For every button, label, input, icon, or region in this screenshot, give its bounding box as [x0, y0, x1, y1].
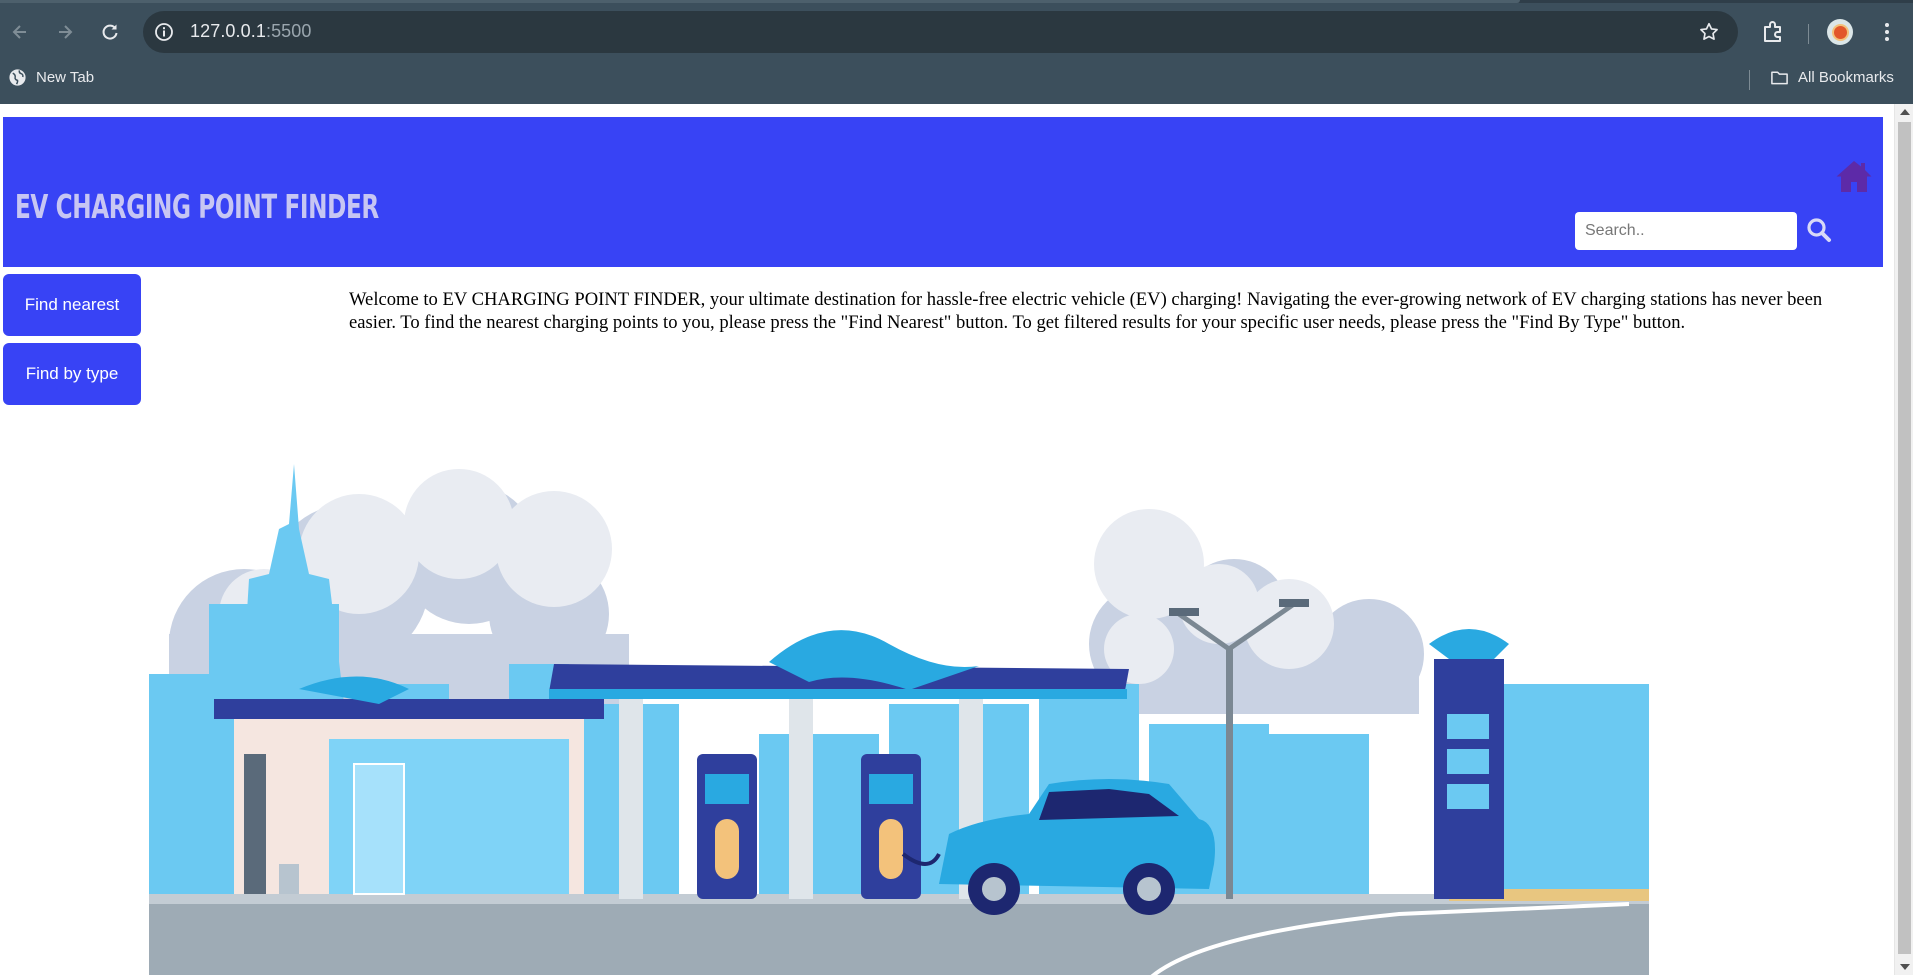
bookmark-label: New Tab [36, 69, 95, 86]
active-tab-edge [0, 0, 1520, 3]
scroll-up-arrow-icon[interactable] [1900, 109, 1910, 115]
extensions-icon[interactable] [1760, 19, 1786, 45]
page-viewport: EV CHARGING POINT FINDER Find nearest Fi… [0, 104, 1913, 975]
price-sign [1429, 629, 1509, 899]
store-building [214, 676, 604, 895]
home-icon[interactable] [1835, 159, 1873, 193]
tab-strip [0, 0, 1913, 3]
search-icon[interactable] [1806, 217, 1832, 243]
browser-menu-icon[interactable] [1875, 20, 1899, 44]
site-title: EV CHARGING POINT FINDER [15, 187, 379, 226]
back-arrow-icon [12, 25, 26, 39]
globe-icon [9, 69, 26, 86]
site-header: EV CHARGING POINT FINDER [3, 117, 1883, 267]
search-input[interactable] [1575, 212, 1797, 250]
page-scrollbar[interactable] [1894, 104, 1913, 975]
charger-2 [861, 754, 921, 899]
url-text[interactable]: 127.0.0.1:5500 [190, 21, 312, 42]
bookmarks-bar: New Tab All Bookmarks [0, 64, 1913, 94]
folder-icon [1771, 71, 1788, 85]
profile-avatar[interactable] [1827, 19, 1853, 45]
toolbar-divider [1808, 24, 1809, 44]
reload-icon [102, 24, 118, 40]
charging-station-illustration [149, 464, 1649, 975]
all-bookmarks-label: All Bookmarks [1798, 69, 1894, 86]
charger-1 [697, 754, 757, 899]
forward-button[interactable] [49, 16, 81, 48]
bookmark-new-tab[interactable]: New Tab [8, 68, 94, 87]
find-by-type-button[interactable]: Find by type [3, 343, 141, 405]
browser-toolbar: 127.0.0.1:5500 [0, 8, 1913, 56]
find-nearest-button[interactable]: Find nearest [3, 274, 141, 336]
back-button[interactable] [4, 16, 36, 48]
forward-arrow-icon [59, 25, 73, 39]
url-port: :5500 [265, 21, 312, 41]
road [149, 899, 1649, 975]
reload-button[interactable] [94, 16, 126, 48]
profile-avatar-image [1831, 23, 1849, 41]
welcome-text: Welcome to EV CHARGING POINT FINDER, you… [349, 289, 1823, 333]
browser-chrome: 127.0.0.1:5500 New Tab All Bookmarks [0, 0, 1913, 104]
address-bar[interactable]: 127.0.0.1:5500 [143, 11, 1738, 53]
bookmarks-divider [1749, 70, 1750, 90]
scroll-down-arrow-icon[interactable] [1900, 964, 1910, 970]
bookmark-star-icon[interactable] [1698, 21, 1720, 43]
hero-illustration [149, 434, 1649, 975]
url-host: 127.0.0.1 [190, 21, 266, 41]
scrollbar-thumb[interactable] [1898, 122, 1911, 954]
site-info-icon[interactable] [154, 22, 174, 42]
all-bookmarks-button[interactable]: All Bookmarks [1770, 68, 1894, 87]
